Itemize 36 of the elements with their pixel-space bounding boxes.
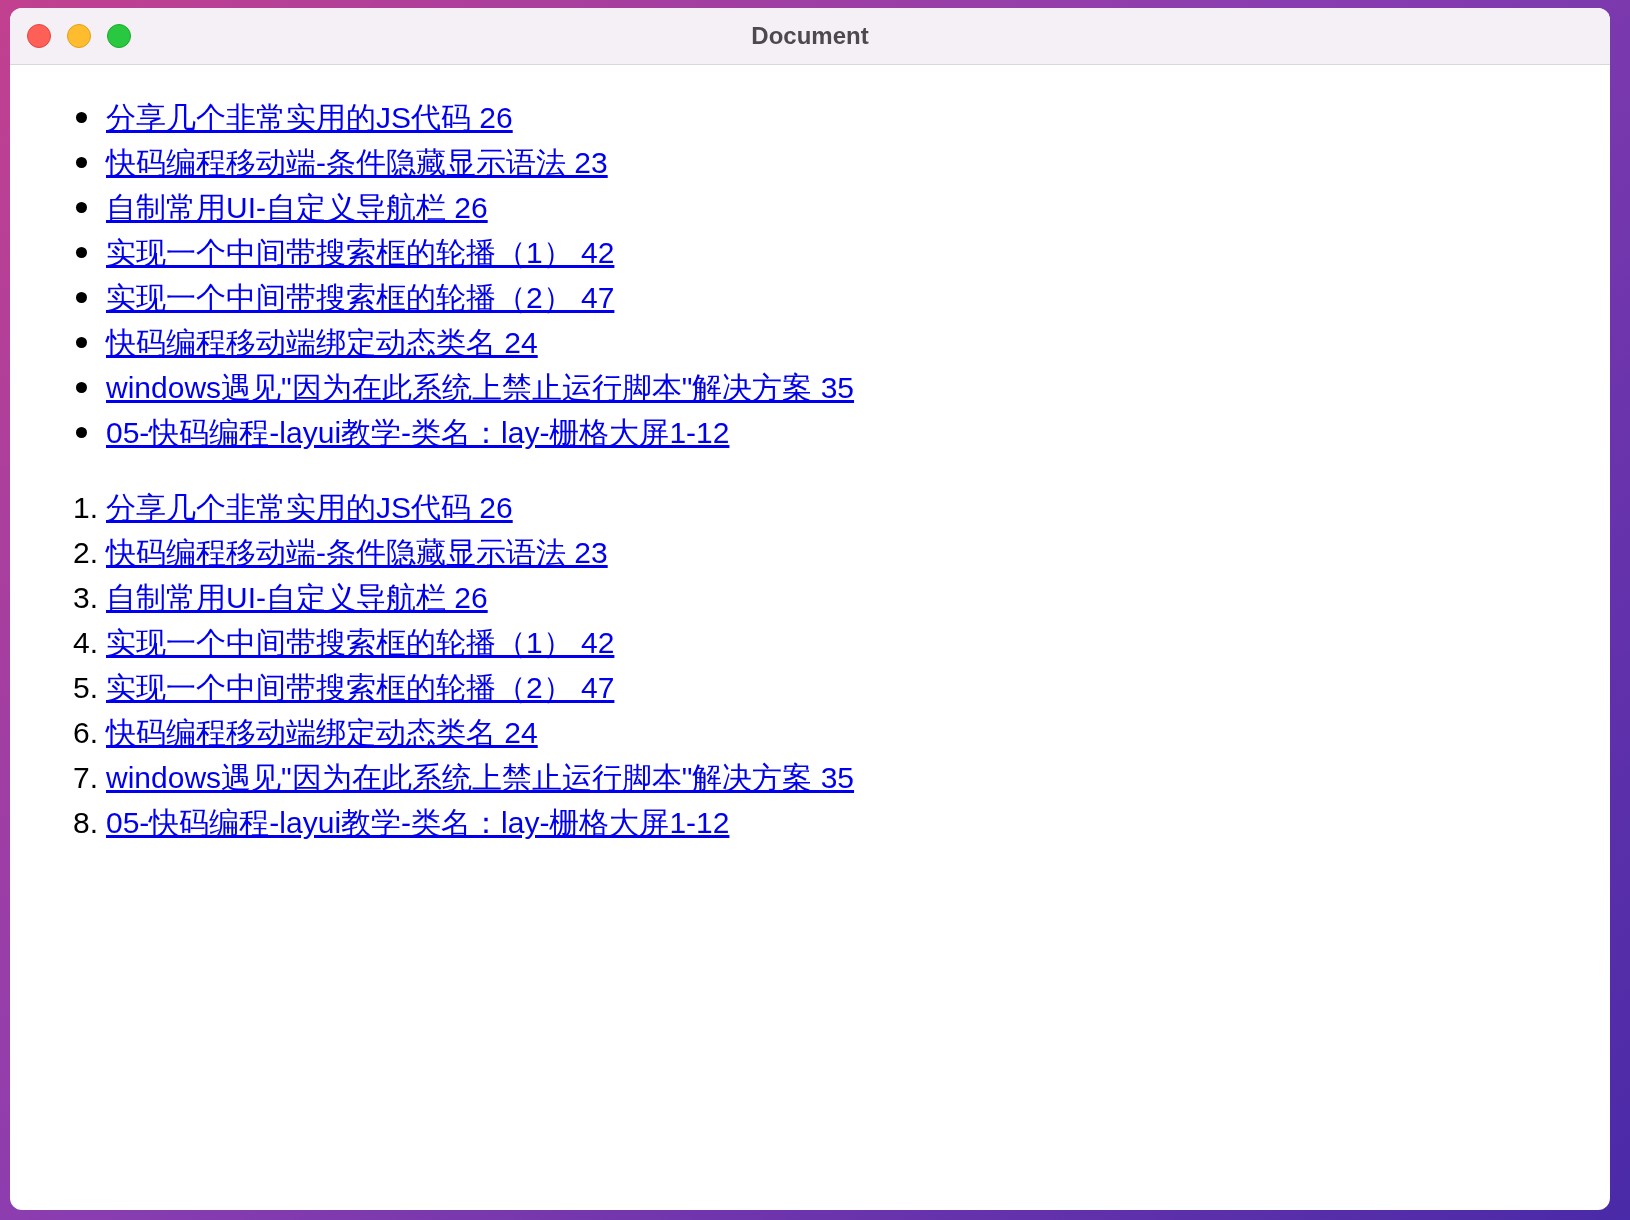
bullet-icon [76, 427, 87, 438]
list-number: 3. [72, 580, 98, 616]
list-number: 4. [72, 625, 98, 661]
list-number: 7. [72, 760, 98, 796]
bullet-icon [76, 292, 87, 303]
list-number: 1. [72, 490, 98, 526]
article-link[interactable]: 实现一个中间带搜索框的轮播（2） 47 [106, 665, 615, 710]
close-button[interactable] [27, 24, 51, 48]
article-link[interactable]: 快码编程移动端绑定动态类名 24 [106, 320, 538, 365]
minimize-button[interactable] [67, 24, 91, 48]
article-link[interactable]: 实现一个中间带搜索框的轮播（2） 47 [106, 275, 615, 320]
window-title: Document [751, 21, 869, 51]
article-link[interactable]: 分享几个非常实用的JS代码 26 [106, 485, 513, 530]
article-link[interactable]: 实现一个中间带搜索框的轮播（1） 42 [106, 620, 615, 665]
list-number: 2. [72, 535, 98, 571]
bullet-icon [76, 337, 87, 348]
bullet-icon [76, 157, 87, 168]
article-link[interactable]: 自制常用UI-自定义导航栏 26 [106, 575, 488, 620]
article-link[interactable]: 快码编程移动端绑定动态类名 24 [106, 710, 538, 755]
bullet-icon [76, 202, 87, 213]
article-link[interactable]: 05-快码编程-layui教学-类名：lay-栅格大屏1-12 [106, 410, 730, 455]
list-number: 8. [72, 805, 98, 841]
article-link[interactable]: 快码编程移动端-条件隐藏显示语法 23 [106, 530, 608, 575]
article-link[interactable]: 分享几个非常实用的JS代码 26 [106, 95, 513, 140]
list-number: 6. [72, 715, 98, 751]
article-link[interactable]: windows遇见"因为在此系统上禁止运行脚本"解决方案 35 [106, 365, 855, 410]
bullet-icon [76, 382, 87, 393]
bullet-icon [76, 112, 87, 123]
article-link[interactable]: windows遇见"因为在此系统上禁止运行脚本"解决方案 35 [106, 755, 855, 800]
bullet-icon [76, 247, 87, 258]
zoom-button[interactable] [107, 24, 131, 48]
article-link[interactable]: 05-快码编程-layui教学-类名：lay-栅格大屏1-12 [106, 800, 730, 845]
article-link[interactable]: 快码编程移动端-条件隐藏显示语法 23 [106, 140, 608, 185]
article-link[interactable]: 实现一个中间带搜索框的轮播（1） 42 [106, 230, 615, 275]
article-link[interactable]: 自制常用UI-自定义导航栏 26 [106, 185, 488, 230]
list-number: 5. [72, 670, 98, 706]
